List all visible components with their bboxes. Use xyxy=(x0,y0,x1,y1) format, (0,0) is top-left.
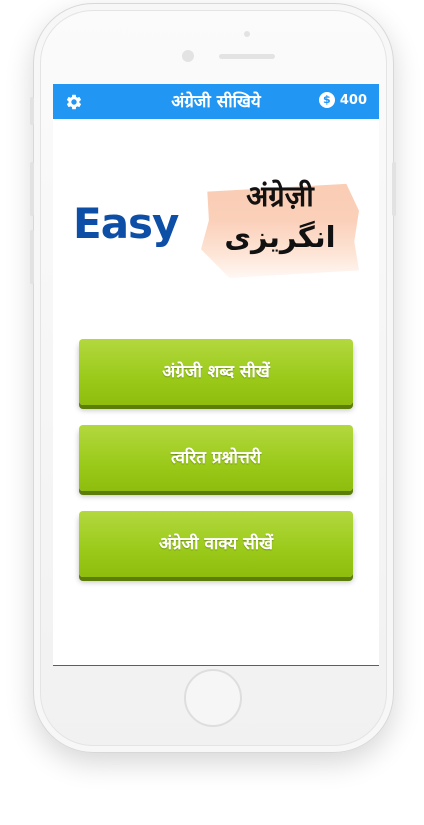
mute-switch xyxy=(30,97,34,125)
front-camera xyxy=(182,50,194,62)
coin-icon: $ xyxy=(318,92,335,108)
volume-down-button xyxy=(30,230,34,284)
volume-up-button xyxy=(30,162,34,216)
learn-words-button[interactable]: अंग्रेजी शब्द सीखें xyxy=(79,339,353,405)
coin-balance[interactable]: $ 400 xyxy=(318,92,367,108)
logo-hindi-text: अंग्रेज़ी xyxy=(246,179,314,213)
app-header: अंग्रेजी सीखिये $ 400 xyxy=(53,84,379,119)
logo-easy-text: Easy xyxy=(73,199,179,248)
coin-count: 400 xyxy=(339,92,367,108)
home-button[interactable] xyxy=(184,669,242,727)
app-logo: Easy अंग्रेज़ी انگریزی xyxy=(73,174,363,284)
earpiece-speaker xyxy=(219,54,275,59)
logo-urdu-text: انگریزی xyxy=(224,220,336,254)
app-screen: अंग्रेजी सीखिये $ 400 Easy अंग्रेज़ी انگ… xyxy=(53,84,379,666)
front-sensor xyxy=(244,31,250,37)
quick-quiz-button[interactable]: त्वरित प्रश्नोत्तरी xyxy=(79,425,353,491)
power-button xyxy=(392,162,396,216)
learn-sentences-button[interactable]: अंग्रेजी वाक्य सीखें xyxy=(79,511,353,577)
